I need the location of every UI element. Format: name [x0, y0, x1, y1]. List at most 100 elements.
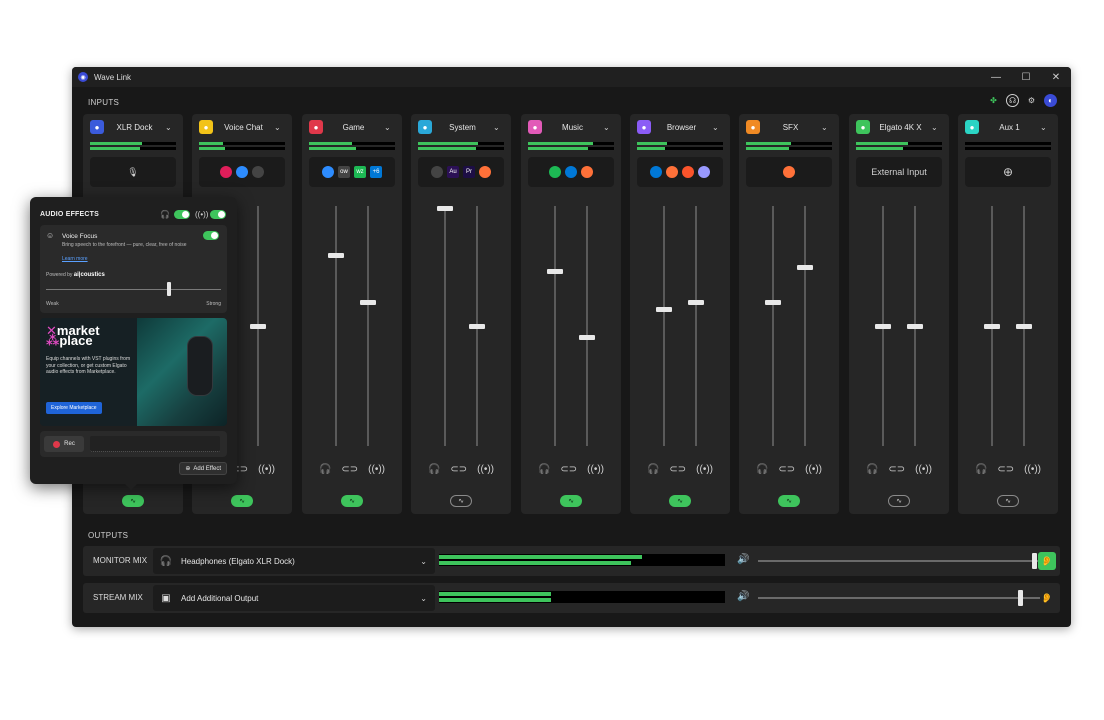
chevron-down-icon[interactable]: ⌄	[1040, 123, 1052, 132]
chevron-down-icon[interactable]: ⌄	[493, 123, 505, 132]
audio-effects-button[interactable]: ∿	[560, 495, 582, 507]
monitor-fader-track[interactable]	[335, 206, 337, 446]
monitor-effects-toggle[interactable]	[174, 210, 190, 219]
output-volume-knob[interactable]	[1018, 590, 1024, 606]
monitor-fader-handle[interactable]	[765, 300, 781, 305]
link-icon[interactable]: ⊂⊃	[341, 464, 358, 475]
chevron-down-icon[interactable]: ⌄	[274, 123, 286, 132]
stream-fader-handle[interactable]	[360, 300, 376, 305]
stream-fader-handle[interactable]	[579, 335, 595, 341]
stream-fader-handle[interactable]	[688, 300, 704, 305]
stream-fader-track[interactable]	[804, 206, 806, 446]
headphones-icon[interactable]: 🎧	[319, 464, 331, 475]
monitor-fader-handle[interactable]	[328, 253, 344, 258]
stream-fader-track[interactable]	[695, 206, 697, 446]
monitor-fader-track[interactable]	[444, 206, 446, 446]
minimize-button[interactable]: —	[981, 67, 1011, 87]
broadcast-icon[interactable]: ((•))	[477, 464, 494, 475]
audio-effects-button[interactable]: ∿	[341, 495, 363, 507]
chevron-down-icon[interactable]: ⌄	[821, 123, 833, 132]
channel-header[interactable]: ● Voice Chat ⌄	[192, 114, 292, 140]
monitor-fader-track[interactable]	[554, 206, 556, 446]
channel-source-box[interactable]	[637, 157, 723, 187]
voice-focus-toggle[interactable]	[203, 231, 219, 240]
broadcast-icon[interactable]: ((•))	[696, 464, 713, 475]
stream-fader-track[interactable]	[367, 206, 369, 446]
voice-focus-strength-knob[interactable]	[166, 282, 171, 296]
monitor-fader-track[interactable]	[663, 206, 665, 446]
monitor-fader-handle[interactable]	[656, 307, 672, 313]
chevron-down-icon[interactable]: ⌄	[931, 123, 943, 132]
link-icon[interactable]: ⊂⊃	[888, 464, 905, 475]
channel-header[interactable]: ● Aux 1 ⌄	[958, 114, 1058, 140]
stream-fader-handle[interactable]	[907, 323, 923, 329]
headphones-icon[interactable]: 🎧	[428, 464, 440, 475]
audio-effects-button[interactable]: ∿	[669, 495, 691, 507]
account-icon[interactable]: ◐	[1044, 94, 1057, 107]
profile-icon[interactable]: ☊	[1006, 94, 1019, 107]
channel-header[interactable]: ● Music ⌄	[521, 114, 621, 140]
broadcast-icon[interactable]: ((•))	[1024, 464, 1041, 475]
stream-fader-handle[interactable]	[250, 323, 266, 329]
channel-source-box[interactable]: ow wz +6	[309, 157, 395, 187]
rec-button[interactable]: Rec	[44, 436, 84, 452]
chevron-down-icon[interactable]: ⌄	[384, 123, 396, 132]
channel-source-box[interactable]: 🎙	[90, 157, 176, 187]
output-device-dropdown[interactable]: ▣ Add Additional Output ⌄	[153, 585, 435, 611]
chevron-down-icon[interactable]: ⌄	[603, 123, 615, 132]
channel-header[interactable]: ● SFX ⌄	[739, 114, 839, 140]
stream-fader-handle[interactable]	[469, 323, 485, 329]
channel-header[interactable]: ● Elgato 4K X ⌄	[849, 114, 949, 140]
link-icon[interactable]: ⊂⊃	[450, 464, 467, 475]
headphones-icon[interactable]: 🎧	[647, 464, 659, 475]
audio-effects-button[interactable]: ∿	[997, 495, 1019, 507]
headphones-icon[interactable]: 🎧	[756, 464, 768, 475]
audio-effects-button[interactable]: ∿	[888, 495, 910, 507]
close-button[interactable]: ✕	[1041, 67, 1071, 87]
headphones-icon[interactable]: 🎧	[538, 464, 550, 475]
channel-source-box[interactable]	[199, 157, 285, 187]
chevron-down-icon[interactable]: ⌄	[165, 123, 177, 132]
headphones-icon[interactable]: 🎧	[975, 464, 987, 475]
stream-fader-handle[interactable]	[797, 264, 813, 270]
link-icon[interactable]: ⊂⊃	[669, 464, 686, 475]
monitor-fader-handle[interactable]	[875, 323, 891, 329]
broadcast-icon[interactable]: ((•))	[258, 464, 275, 475]
broadcast-icon[interactable]: ((•))	[587, 464, 604, 475]
monitor-fader-handle[interactable]	[437, 206, 453, 211]
chevron-down-icon[interactable]: ⌄	[712, 123, 724, 132]
channel-source-box[interactable]	[746, 157, 832, 187]
marketplace-icon[interactable]: ✤	[987, 94, 1000, 107]
monitor-fader-track[interactable]	[772, 206, 774, 446]
channel-header[interactable]: ● XLR Dock ⌄	[83, 114, 183, 140]
explore-marketplace-button[interactable]: Explore Marketplace	[46, 402, 102, 414]
channel-header[interactable]: ● System ⌄	[411, 114, 511, 140]
audio-effects-button[interactable]: ∿	[450, 495, 472, 507]
channel-source-box[interactable]: ⊕	[965, 157, 1051, 187]
link-icon[interactable]: ⊂⊃	[778, 464, 795, 475]
broadcast-icon[interactable]: ((•))	[805, 464, 822, 475]
voice-focus-strength-slider[interactable]	[46, 289, 221, 290]
channel-header[interactable]: ● Game ⌄	[302, 114, 402, 140]
channel-source-box[interactable]	[528, 157, 614, 187]
output-volume-slider[interactable]	[758, 597, 1040, 599]
learn-more-link[interactable]: Learn more	[62, 256, 88, 262]
add-effect-button[interactable]: ⊕ Add Effect	[179, 462, 227, 475]
audio-effects-button[interactable]: ∿	[778, 495, 800, 507]
output-device-dropdown[interactable]: 🎧 Headphones (Elgato XLR Dock) ⌄	[153, 548, 435, 574]
audio-effects-button[interactable]: ∿	[122, 495, 144, 507]
ear-icon[interactable]: 👂	[1038, 589, 1056, 607]
stream-effects-toggle[interactable]	[210, 210, 226, 219]
broadcast-icon[interactable]: ((•))	[368, 464, 385, 475]
output-volume-knob[interactable]	[1032, 553, 1038, 569]
maximize-button[interactable]: ☐	[1011, 67, 1041, 87]
monitor-fader-handle[interactable]	[547, 269, 563, 275]
channel-source-box[interactable]: External Input	[856, 157, 942, 187]
link-icon[interactable]: ⊂⊃	[997, 464, 1014, 475]
settings-icon[interactable]: ⚙	[1025, 94, 1038, 107]
stream-fader-track[interactable]	[586, 206, 588, 446]
link-icon[interactable]: ⊂⊃	[560, 464, 577, 475]
channel-source-box[interactable]: Au Pr	[418, 157, 504, 187]
channel-header[interactable]: ● Browser ⌄	[630, 114, 730, 140]
stream-fader-handle[interactable]	[1016, 323, 1032, 329]
